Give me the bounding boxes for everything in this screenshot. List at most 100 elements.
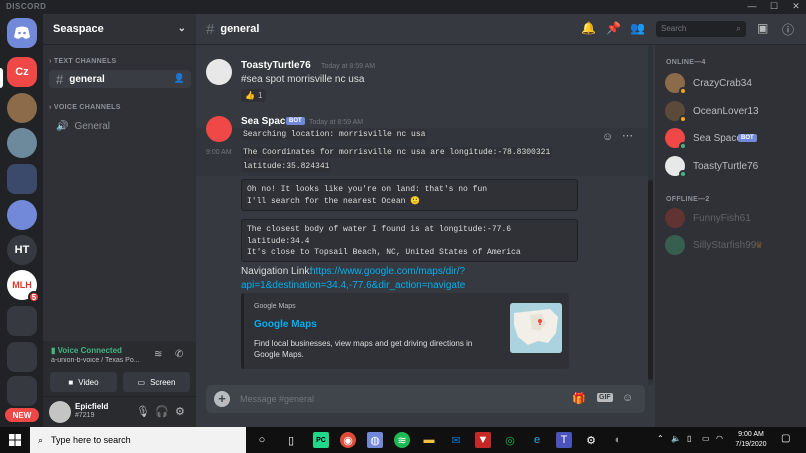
avatar[interactable]	[206, 116, 232, 142]
system-clock[interactable]: 9:00 AM 7/19/2020	[726, 430, 776, 450]
message-side-timestamp: 9:00 AM	[206, 149, 232, 156]
offline-category: OFFLINE—2	[666, 196, 710, 203]
server-header[interactable]: Seaspace ⌄	[43, 14, 196, 45]
map-thumbnail[interactable]	[510, 303, 562, 353]
microphone-tray-icon[interactable]: ▯	[687, 434, 691, 443]
members-icon[interactable]: 👥	[630, 21, 645, 35]
server-icon[interactable]	[7, 128, 37, 158]
inbox-icon[interactable]: ▣	[757, 21, 768, 35]
inline-code: Searching location: morrisville nc usa	[241, 129, 428, 140]
server-mlh[interactable]: MLH 5	[7, 270, 40, 303]
folder-icon	[15, 210, 29, 221]
mail-icon[interactable]: ✉	[448, 432, 464, 448]
app-icon[interactable]: ◎	[502, 432, 518, 448]
battery-icon[interactable]: ▭	[702, 434, 710, 443]
new-unreads-badge[interactable]: NEW	[5, 408, 39, 422]
message-author[interactable]: Sea Space	[241, 116, 291, 127]
add-reaction-icon[interactable]: ☺	[602, 131, 613, 143]
server-folder-blue[interactable]	[7, 200, 37, 230]
voice-waveform-icon[interactable]: ≋	[154, 349, 162, 360]
status-indicator	[679, 142, 687, 150]
navigation-link[interactable]: https://www.google.com/maps/dir/?	[310, 266, 465, 277]
github-icon[interactable]: ◐	[610, 432, 626, 448]
volume-icon[interactable]: 🔈	[671, 434, 681, 443]
avatar[interactable]	[49, 401, 71, 423]
member-item[interactable]: Sea Space BOT	[665, 128, 805, 150]
chat-scrollbar[interactable]	[648, 45, 653, 385]
gear-icon[interactable]: ⚙	[175, 405, 185, 418]
server-ht[interactable]: HT	[7, 235, 37, 265]
clock-time: 9:00 AM	[738, 431, 764, 438]
attach-plus-icon[interactable]: +	[214, 391, 230, 407]
more-options-icon[interactable]: ⋯	[622, 129, 633, 142]
message-author[interactable]: ToastyTurtle76	[241, 60, 311, 71]
chevron-down-icon[interactable]: ⌄	[178, 23, 186, 34]
teams-icon[interactable]: T	[556, 432, 572, 448]
wifi-icon[interactable]: ◠	[716, 434, 723, 443]
search-icon: ⌕	[735, 23, 741, 33]
help-icon[interactable]: ⓘ	[782, 21, 794, 38]
server-folder[interactable]	[7, 164, 37, 194]
search-input[interactable]: Search ⌕	[656, 21, 746, 37]
server-folder[interactable]	[7, 376, 37, 406]
edge-icon[interactable]: e	[529, 432, 545, 448]
microphone-icon[interactable]: 🎙	[136, 405, 150, 418]
bell-icon[interactable]: 🔔	[581, 21, 596, 35]
speaker-icon: 🔊	[56, 120, 69, 132]
pycharm-icon[interactable]: PC	[313, 432, 329, 448]
notification-icon[interactable]: ▢	[781, 433, 790, 444]
user-tag: #7219	[75, 412, 95, 419]
title-bar: DISCORD — ☐ ✕	[0, 0, 806, 14]
headphones-icon[interactable]: 🎧	[155, 405, 169, 418]
add-member-icon[interactable]: 👤	[174, 73, 185, 84]
reaction-thumbs-up[interactable]: 👍 1	[241, 89, 267, 102]
app-icon[interactable]: ▼	[475, 432, 491, 448]
member-item[interactable]: OceanLover13	[665, 101, 805, 123]
voice-channel-general[interactable]: 🔊 General	[49, 117, 191, 135]
server-icon[interactable]	[7, 93, 37, 123]
server-seaspace[interactable]: Cz	[7, 57, 37, 87]
member-item[interactable]: ToastyTurtle76	[665, 156, 805, 178]
disconnect-icon[interactable]: ✆	[175, 349, 183, 360]
member-name: CrazyCrab34	[693, 78, 752, 89]
close-button[interactable]: ✕	[786, 1, 806, 12]
emoji-icon[interactable]: ☺	[622, 392, 633, 404]
server-ht-label: HT	[14, 244, 30, 256]
taskbar-search[interactable]: ⌕ Type here to search	[30, 427, 246, 453]
gif-button[interactable]: GIF	[597, 393, 613, 402]
screen-share-button[interactable]: ▭ Screen	[123, 372, 190, 392]
server-folder[interactable]	[7, 342, 37, 372]
category-text-channels[interactable]: › TEXT CHANNELS	[49, 58, 117, 65]
task-view-icon[interactable]: ▯	[283, 432, 299, 448]
embed-title[interactable]: Google Maps	[254, 319, 317, 330]
voice-channel-info[interactable]: a-union-b-voice / Texas Po...	[51, 357, 151, 364]
maximize-button[interactable]: ☐	[764, 1, 784, 12]
start-button[interactable]	[0, 427, 30, 453]
spotify-icon[interactable]: ≋	[394, 432, 410, 448]
link-embed: Google Maps Google Maps Find local busin…	[241, 293, 569, 369]
member-name: OceanLover13	[693, 106, 759, 117]
settings-icon[interactable]: ⚙	[583, 432, 599, 448]
discord-taskbar-icon[interactable]: ◍	[367, 432, 383, 448]
navigation-link[interactable]: api=1&destination=34.4,-77.6&dir_action=…	[241, 280, 465, 291]
minimize-button[interactable]: —	[742, 1, 762, 11]
file-explorer-icon[interactable]: ▬	[421, 432, 437, 448]
server-folder[interactable]	[7, 306, 37, 336]
channel-label: general	[69, 73, 105, 85]
channel-general[interactable]: # general 👤	[49, 70, 191, 88]
home-button[interactable]	[7, 18, 37, 48]
avatar[interactable]	[206, 59, 232, 85]
chevron-up-icon[interactable]: ⌃	[657, 434, 664, 443]
scrollbar-thumb[interactable]	[648, 180, 653, 380]
member-item[interactable]: CrazyCrab34	[665, 73, 805, 95]
video-button[interactable]: ■ Video	[50, 372, 117, 392]
server-seaspace-label: Cz	[15, 66, 29, 78]
chrome-icon[interactable]: ◉	[340, 432, 356, 448]
member-item[interactable]: SillyStarfish99 ♛	[665, 235, 805, 257]
message-input[interactable]: + Message #general 🎁 GIF ☺	[206, 385, 645, 413]
pin-icon[interactable]: 📌	[606, 21, 621, 35]
member-item[interactable]: FunnyFish61	[665, 208, 805, 230]
cortana-icon[interactable]: ○	[254, 432, 270, 448]
category-voice-channels[interactable]: › VOICE CHANNELS	[49, 104, 121, 111]
gift-icon[interactable]: 🎁	[572, 392, 586, 405]
